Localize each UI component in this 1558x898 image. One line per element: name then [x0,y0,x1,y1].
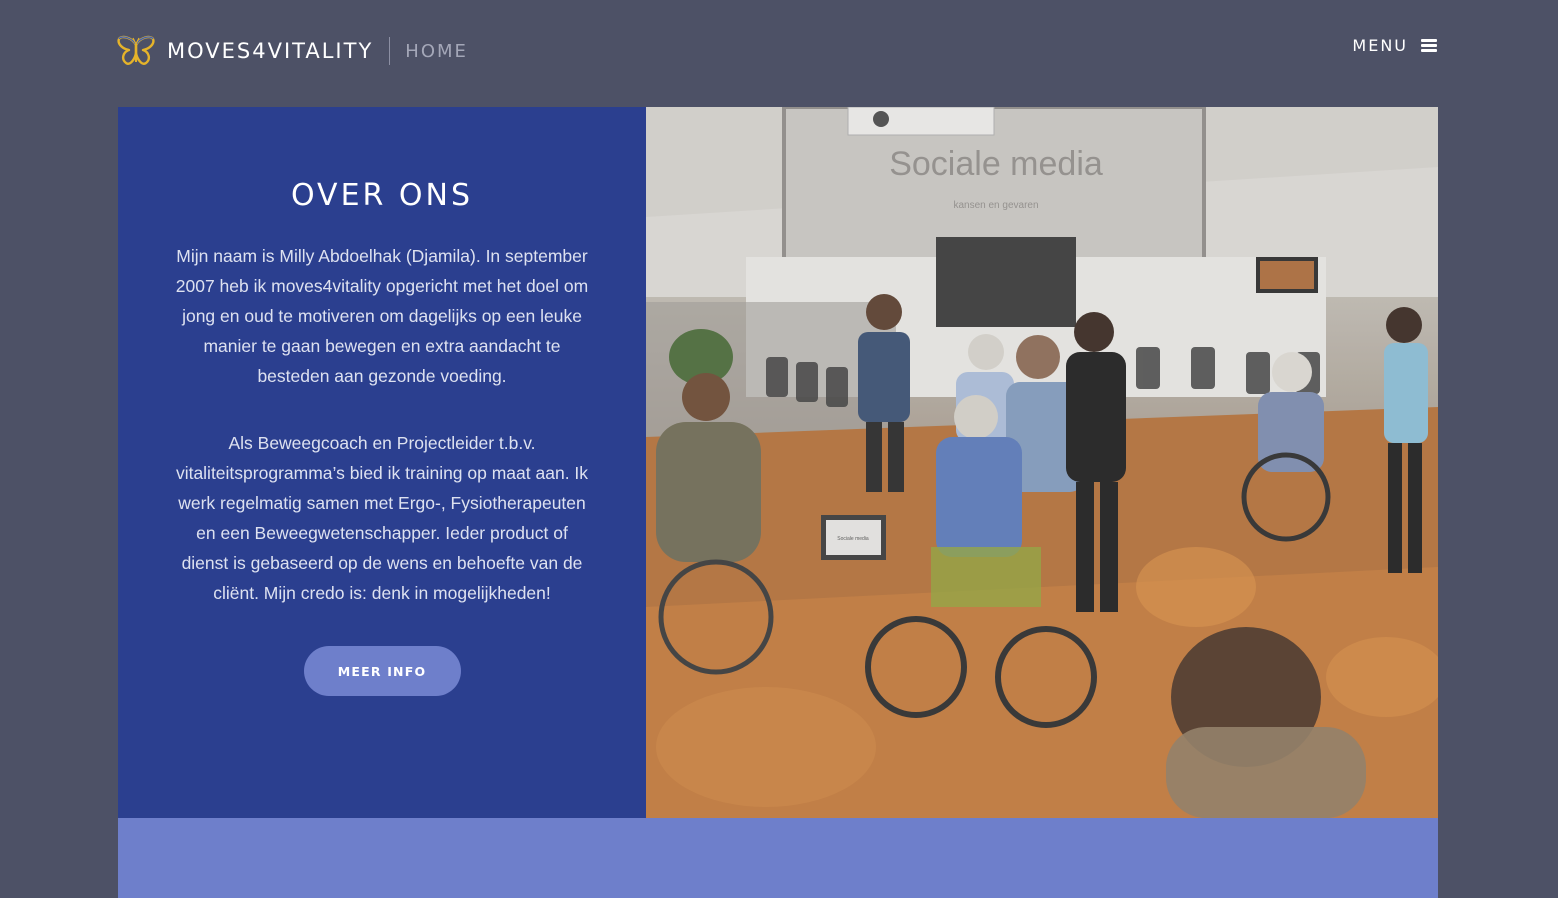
section-title: OVER ONS [290,178,474,213]
current-section-label: HOME [405,40,468,62]
butterfly-icon [117,35,155,65]
photo-illustration: Sociale media kansen en gevaren Sociale … [646,107,1438,818]
hamburger-icon [1421,39,1437,52]
more-info-button[interactable]: MEER INFO [303,646,461,696]
intro-paragraph-2: Als Beweegcoach en Projectleider t.b.v. … [175,433,589,603]
site-header: MOVES4VITALITY HOME MENU [0,0,1558,107]
group-exercise-photo: Sociale media kansen en gevaren Sociale … [646,107,1438,818]
menu-label: MENU [1352,36,1408,55]
menu-button[interactable]: MENU [1352,36,1437,55]
brand[interactable]: MOVES4VITALITY HOME [117,33,468,69]
page: MOVES4VITALITY HOME MENU OVER ONS Mijn n… [0,0,1558,898]
intro-paragraph-1: Mijn naam is Milly Abdoelhak (Djamila). … [175,246,589,386]
brand-divider [389,37,391,65]
intro-panel: OVER ONS Mijn naam is Milly Abdoelhak (D… [118,107,646,818]
next-section-band [118,818,1438,898]
about-section: OVER ONS Mijn naam is Milly Abdoelhak (D… [118,107,1438,818]
brand-name: MOVES4VITALITY [167,39,374,63]
